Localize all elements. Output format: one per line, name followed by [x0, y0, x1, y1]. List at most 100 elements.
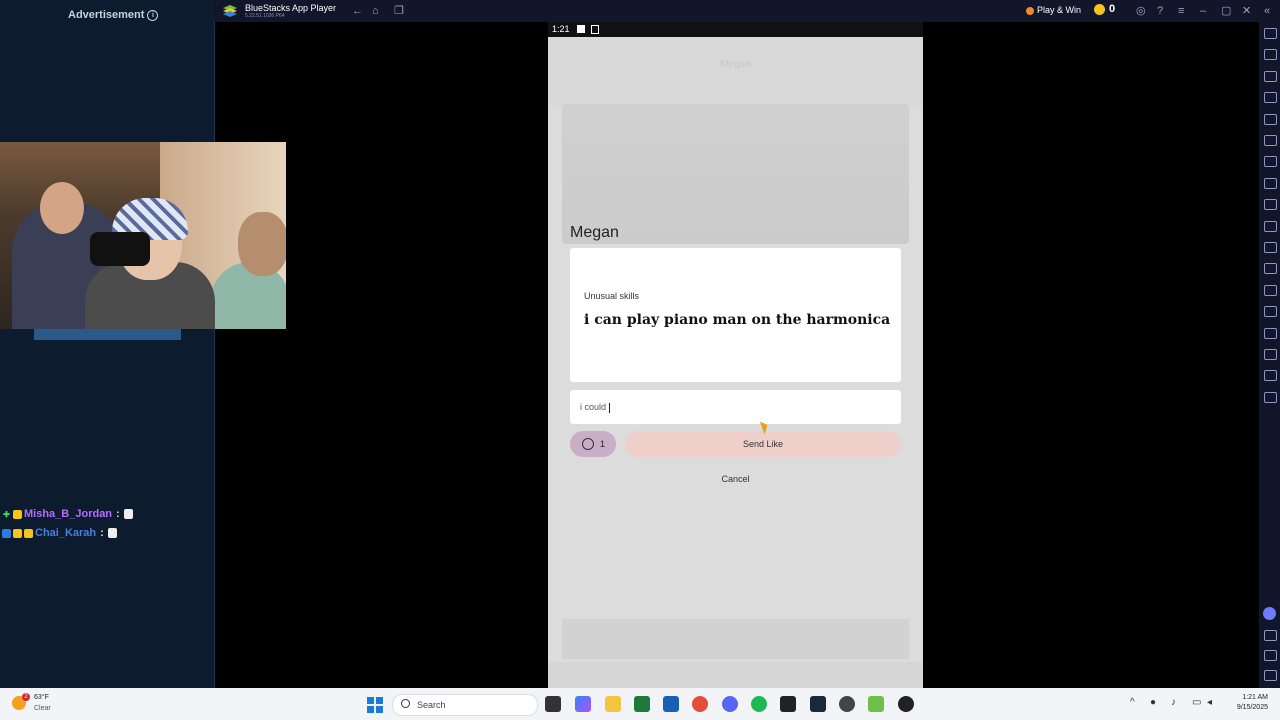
menu-icon[interactable]: ≡: [1178, 4, 1184, 18]
clock-time[interactable]: 1:21 AM: [1212, 694, 1268, 701]
rotate-icon[interactable]: [1264, 114, 1277, 125]
stream-side-panel: Advertisement i ✚ Misha_B_Jordan : Chai_K…: [0, 0, 215, 688]
bluestacks-logo-icon: [223, 5, 237, 17]
windows-taskbar: 2 63°F Clear Search ^ ● ♪ ▭ ◂ 1:21 AM 9/…: [0, 688, 1280, 720]
dimmed-profile-photo: [562, 104, 909, 244]
multi-instance-icon[interactable]: [1264, 242, 1277, 253]
home-icon[interactable]: ⌂: [372, 4, 379, 18]
advertisement-text: Advertisement: [68, 9, 145, 21]
obs-icon[interactable]: [839, 696, 855, 712]
emote-icon: [107, 528, 117, 538]
discord-icon[interactable]: [1263, 607, 1276, 620]
apk-install-icon[interactable]: [1264, 71, 1277, 82]
coins-counter[interactable]: 0: [1094, 3, 1115, 15]
network-icon[interactable]: ▭: [1192, 697, 1201, 708]
crown-badge-icon: [24, 528, 33, 538]
notification-icon: [577, 25, 585, 33]
info-icon[interactable]: i: [147, 9, 159, 21]
minimize-icon[interactable]: –: [1200, 4, 1206, 18]
android-status-bar: 1:21: [548, 22, 923, 37]
copilot-icon[interactable]: [575, 696, 591, 712]
tray-chevron-icon[interactable]: ^: [1130, 697, 1135, 708]
chat-username[interactable]: Misha_B_Jordan: [24, 508, 112, 520]
screenshot-icon[interactable]: [1264, 199, 1277, 210]
fullscreen-icon[interactable]: [1264, 28, 1277, 39]
discord-taskbar-icon[interactable]: [722, 696, 738, 712]
eco-mode-icon[interactable]: [1264, 285, 1277, 296]
file-explorer-icon[interactable]: [605, 696, 621, 712]
close-icon[interactable]: ✕: [1242, 4, 1251, 18]
media-folder-icon[interactable]: [1264, 263, 1277, 274]
back-icon[interactable]: ←: [352, 4, 363, 18]
chat-message: Chai_Karah :: [2, 527, 117, 539]
macro-icon[interactable]: [1264, 178, 1277, 189]
antivirus-icon[interactable]: ●: [1150, 697, 1156, 708]
text-caret: [609, 402, 611, 413]
prompt-answer: i can play piano man on the harmonica: [584, 312, 891, 328]
windows-start-icon[interactable]: [367, 697, 383, 713]
more-icon[interactable]: [1264, 392, 1277, 403]
clock-date[interactable]: 9/15/2025: [1212, 704, 1268, 711]
media-player-icon[interactable]: [898, 696, 914, 712]
gamepad-icon[interactable]: [1264, 156, 1277, 167]
account-icon[interactable]: ◎: [1136, 4, 1146, 18]
recent-apps-icon[interactable]: ❐: [394, 4, 404, 18]
keyboard-icon[interactable]: [1264, 92, 1277, 103]
volume-icon[interactable]: [1264, 49, 1277, 60]
sync-icon[interactable]: [1264, 306, 1277, 317]
erase-icon[interactable]: [1264, 328, 1277, 339]
bits-badge-icon: [13, 509, 22, 519]
weather-condition: Clear: [34, 705, 51, 712]
spotify-icon[interactable]: [751, 696, 767, 712]
chat-username[interactable]: Chai_Karah: [35, 527, 96, 539]
home-nav-icon[interactable]: [1264, 670, 1277, 681]
shake-icon[interactable]: [1264, 349, 1277, 360]
terminal-icon[interactable]: [780, 696, 796, 712]
bluestacks-sidebar: [1259, 22, 1280, 688]
task-view-icon[interactable]: [545, 696, 561, 712]
plus-badge-icon: ✚: [3, 509, 10, 519]
help-icon[interactable]: ?: [1157, 4, 1163, 18]
cancel-button[interactable]: Cancel: [548, 474, 923, 484]
dimmed-profile-header: Megan: [548, 37, 923, 107]
play-win-label: Play & Win: [1037, 5, 1082, 15]
chat-message: ✚ Misha_B_Jordan :: [2, 508, 133, 520]
record-icon[interactable]: [1264, 221, 1277, 232]
notification-icon: [591, 25, 599, 34]
coins-value: 0: [1109, 3, 1116, 15]
location-icon[interactable]: [1264, 135, 1277, 146]
bluestacks-taskbar-icon[interactable]: [868, 696, 884, 712]
emote-icon: [123, 509, 133, 519]
search-icon: [401, 699, 410, 708]
comment-text-wrap: i could: [580, 402, 611, 413]
collapse-sidebar-icon[interactable]: «: [1264, 4, 1270, 18]
excel-icon[interactable]: [634, 696, 650, 712]
rose-button[interactable]: 1: [570, 431, 616, 457]
coin-icon: [1094, 3, 1105, 15]
dimmed-bottom-nav: [548, 662, 923, 688]
dimmed-profile-section: [562, 619, 909, 659]
maximize-icon[interactable]: ▢: [1221, 4, 1231, 18]
send-like-button[interactable]: Send Like: [625, 431, 901, 457]
rose-icon: [582, 438, 594, 450]
layers-icon[interactable]: [1264, 370, 1277, 381]
webcam-person-head: [40, 182, 84, 234]
chat-colon: :: [116, 508, 120, 520]
play-and-win-button[interactable]: Play & Win: [1026, 5, 1081, 15]
back-nav-icon[interactable]: [1264, 650, 1277, 661]
steam-icon[interactable]: [810, 696, 826, 712]
settings-icon[interactable]: [1264, 630, 1277, 641]
microphone-icon: [90, 232, 150, 266]
weather-temperature: 63°F: [34, 694, 49, 701]
app-title: BlueStacks App Player: [245, 3, 337, 13]
store-icon[interactable]: [663, 696, 679, 712]
microphone-tray-icon[interactable]: ♪: [1171, 697, 1176, 708]
rose-count: 1: [600, 439, 606, 449]
status-time: 1:21: [552, 24, 570, 34]
comment-input[interactable]: i could: [570, 390, 901, 424]
taskbar-search[interactable]: Search: [392, 694, 538, 716]
prime-badge-icon: [2, 528, 11, 538]
chat-colon: :: [100, 527, 104, 539]
chrome-icon[interactable]: [692, 696, 708, 712]
phone-screen: 1:21 Megan Megan Unusual skills i can pl…: [548, 22, 923, 688]
